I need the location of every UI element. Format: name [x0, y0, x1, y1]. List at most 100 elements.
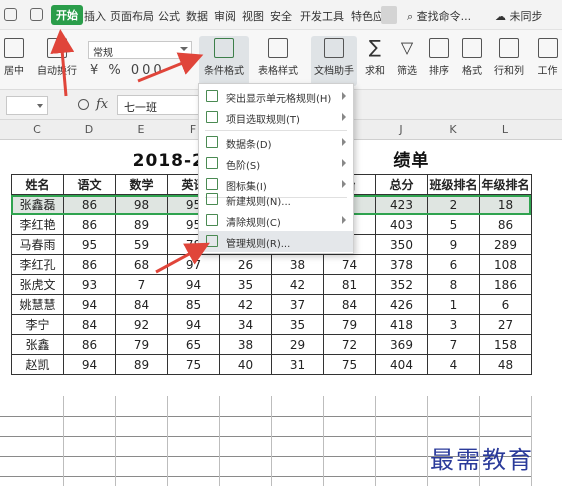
table-cell[interactable]: 85: [167, 294, 220, 315]
formula-input[interactable]: 七一班: [117, 95, 201, 115]
number-format-select[interactable]: 常规: [88, 41, 192, 59]
table-cell[interactable]: 158: [479, 334, 532, 355]
table-cell[interactable]: 94: [63, 294, 116, 315]
table-cell[interactable]: 37: [271, 294, 324, 315]
zoom-icon[interactable]: [78, 99, 89, 110]
table-cell[interactable]: 79: [115, 334, 168, 355]
table-cell[interactable]: 86: [63, 254, 116, 275]
autosum-button[interactable]: ∑ 求和: [360, 36, 390, 86]
menu-item-top-bottom-rules[interactable]: 项目选取规则(T): [199, 107, 353, 128]
table-cell[interactable]: 86: [63, 214, 116, 235]
table-cell[interactable]: 班级排名: [427, 174, 480, 195]
table-cell[interactable]: 65: [167, 334, 220, 355]
table-cell[interactable]: 4: [427, 354, 480, 375]
worksheet-button[interactable]: 工作: [533, 36, 562, 86]
table-cell[interactable]: 38: [219, 334, 272, 355]
table-cell[interactable]: 426: [375, 294, 428, 315]
table-cell[interactable]: 403: [375, 214, 428, 235]
table-cell[interactable]: 1: [427, 294, 480, 315]
menu-tab-formulas[interactable]: 公式: [158, 8, 180, 24]
menu-tab-page-layout[interactable]: 页面布局: [110, 8, 154, 24]
table-cell[interactable]: 186: [479, 274, 532, 295]
menu-item-data-bars[interactable]: 数据条(D): [199, 132, 353, 153]
conditional-format-button[interactable]: 条件格式: [199, 36, 249, 86]
table-cell[interactable]: 94: [167, 274, 220, 295]
table-cell[interactable]: 289: [479, 234, 532, 255]
menu-item-highlight-rules[interactable]: 突出显示单元格规则(H): [199, 86, 353, 107]
column-header[interactable]: J: [375, 123, 427, 136]
menu-item-clear-rules[interactable]: 清除规则(C): [199, 210, 353, 231]
table-cell[interactable]: 李红孔: [11, 254, 64, 275]
filter-button[interactable]: ▽ 筛选: [392, 36, 422, 86]
menu-item-manage-rules[interactable]: 管理规则(R)...: [199, 231, 353, 252]
table-cell[interactable]: 李红艳: [11, 214, 64, 235]
table-cell[interactable]: 418: [375, 314, 428, 335]
table-cell[interactable]: 94: [63, 354, 116, 375]
print-icon[interactable]: [30, 8, 43, 21]
sync-status[interactable]: ☁ 未同步: [495, 8, 543, 24]
menu-item-new-rule[interactable]: 新建规则(N)...: [199, 189, 353, 210]
table-cell[interactable]: 68: [115, 254, 168, 275]
table-cell[interactable]: 9: [427, 234, 480, 255]
fx-label[interactable]: fx: [96, 97, 108, 112]
table-cell[interactable]: 86: [63, 334, 116, 355]
table-cell[interactable]: 378: [375, 254, 428, 275]
table-cell[interactable]: 7: [115, 274, 168, 295]
table-cell[interactable]: 84: [115, 294, 168, 315]
format-button[interactable]: 格式: [457, 36, 487, 86]
table-cell[interactable]: 31: [271, 354, 324, 375]
menu-tab-data[interactable]: 数据: [186, 8, 208, 24]
table-cell[interactable]: 75: [323, 354, 376, 375]
table-cell[interactable]: 张虎文: [11, 274, 64, 295]
menu-tab-home[interactable]: 开始: [51, 5, 83, 25]
menu-tab-developer[interactable]: 开发工具: [300, 8, 344, 24]
menu-tab-security[interactable]: 安全: [270, 8, 292, 24]
table-cell[interactable]: 97: [167, 254, 220, 275]
column-header[interactable]: C: [11, 123, 63, 136]
table-cell[interactable]: 94: [167, 314, 220, 335]
table-cell[interactable]: 42: [271, 274, 324, 295]
doc-assistant-button[interactable]: 文档助手: [311, 36, 357, 86]
table-cell[interactable]: 108: [479, 254, 532, 275]
table-cell[interactable]: 79: [323, 314, 376, 335]
number-format-buttons[interactable]: ¥ % 000: [90, 63, 165, 78]
menu-scroll-button[interactable]: [381, 6, 397, 24]
table-cell[interactable]: 350: [375, 234, 428, 255]
table-cell[interactable]: 3: [427, 314, 480, 335]
table-cell[interactable]: 72: [323, 334, 376, 355]
table-cell[interactable]: 6: [427, 254, 480, 275]
table-cell[interactable]: 74: [323, 254, 376, 275]
table-cell[interactable]: 29: [271, 334, 324, 355]
table-cell[interactable]: 38: [271, 254, 324, 275]
column-header[interactable]: K: [427, 123, 479, 136]
column-header[interactable]: L: [479, 123, 531, 136]
table-cell[interactable]: 马春雨: [11, 234, 64, 255]
table-cell[interactable]: 81: [323, 274, 376, 295]
table-cell[interactable]: 李宁: [11, 314, 64, 335]
menu-tab-view[interactable]: 视图: [242, 8, 264, 24]
table-cell[interactable]: 40: [219, 354, 272, 375]
column-header[interactable]: E: [115, 123, 167, 136]
menu-tab-review[interactable]: 审阅: [214, 8, 236, 24]
table-cell[interactable]: 张鑫: [11, 334, 64, 355]
menu-tab-insert[interactable]: 插入: [84, 8, 106, 24]
rows-columns-button[interactable]: 行和列: [491, 36, 527, 86]
table-cell[interactable]: 35: [271, 314, 324, 335]
table-cell[interactable]: 8: [427, 274, 480, 295]
table-cell[interactable]: 92: [115, 314, 168, 335]
sort-button[interactable]: 排序: [424, 36, 454, 86]
table-cell[interactable]: 总分: [375, 174, 428, 195]
table-cell[interactable]: 95: [63, 234, 116, 255]
menu-tab-features[interactable]: 特色应用: [351, 8, 381, 24]
table-cell[interactable]: 姚慧慧: [11, 294, 64, 315]
menu-item-color-scales[interactable]: 色阶(S): [199, 153, 353, 174]
table-cell[interactable]: 27: [479, 314, 532, 335]
table-cell[interactable]: 年级排名: [479, 174, 532, 195]
table-cell[interactable]: 姓名: [11, 174, 64, 195]
table-cell[interactable]: 75: [167, 354, 220, 375]
table-cell[interactable]: 34: [219, 314, 272, 335]
table-cell[interactable]: 5: [427, 214, 480, 235]
table-cell[interactable]: 48: [479, 354, 532, 375]
wrap-text-button[interactable]: 自动换行: [33, 36, 81, 86]
table-cell[interactable]: 86: [479, 214, 532, 235]
